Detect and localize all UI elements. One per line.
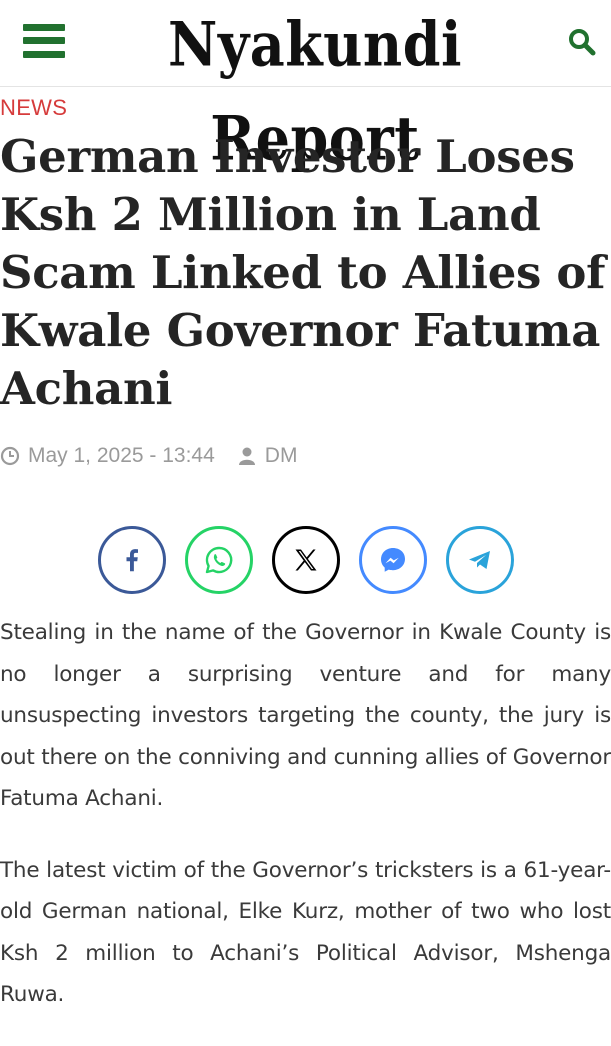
category-label[interactable]: NEWS	[0, 95, 67, 121]
article-paragraph: The latest victim of the Governor’s tric…	[0, 857, 611, 1008]
facebook-icon	[126, 549, 138, 572]
publish-date: May 1, 2025 - 13:44	[28, 444, 215, 467]
user-icon	[237, 446, 257, 466]
hamburger-icon[interactable]	[23, 24, 65, 58]
article-paragraph: Stealing in the name of the Governor in …	[0, 620, 611, 811]
article-body: Stealing in the name of the Governor in …	[0, 612, 611, 1046]
clock-icon	[0, 446, 20, 466]
search-icon[interactable]	[568, 28, 596, 56]
article-title: German Investor Loses Ksh 2 Million in L…	[0, 130, 606, 415]
share-buttons	[98, 526, 514, 594]
messenger-icon	[381, 548, 405, 572]
messenger-share-button[interactable]	[359, 526, 427, 594]
author-name[interactable]: DM	[265, 444, 298, 468]
telegram-icon	[469, 551, 490, 569]
x-icon	[295, 549, 317, 571]
whatsapp-icon	[205, 546, 233, 574]
facebook-share-button[interactable]	[98, 526, 166, 594]
site-header: Nyakundi Report	[0, 0, 611, 174]
article-meta: May 1, 2025 - 13:44 DM	[0, 441, 297, 471]
site-logo[interactable]: Nyakundi Report	[95, 0, 535, 174]
telegram-share-button[interactable]	[446, 526, 514, 594]
x-share-button[interactable]	[272, 526, 340, 594]
whatsapp-share-button[interactable]	[185, 526, 253, 594]
